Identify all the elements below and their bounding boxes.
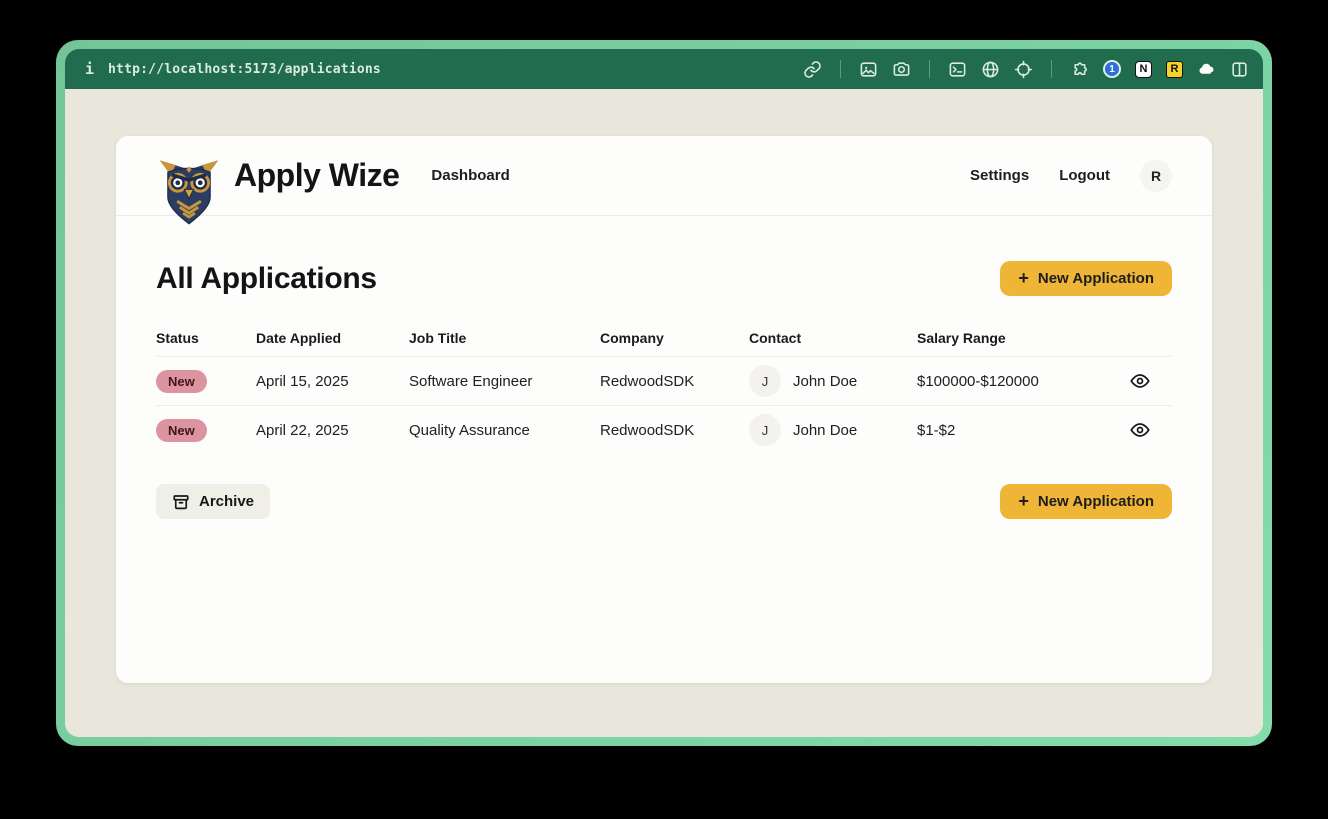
job-title-cell: Software Engineer	[409, 372, 533, 390]
camera-icon[interactable]	[892, 60, 911, 79]
col-salary-range: Salary Range	[917, 330, 1006, 346]
toolbar-divider	[929, 60, 930, 78]
plus-icon: +	[1018, 267, 1029, 288]
notion-icon[interactable]: N	[1135, 60, 1152, 78]
job-title-cell: Quality Assurance	[409, 421, 530, 439]
salary-range-cell: $1-$2	[917, 421, 956, 439]
app-header: Apply Wize Dashboard Settings Logout R	[116, 136, 1212, 225]
salary-range-cell: $100000-$120000	[917, 372, 1039, 390]
browser-toolbar: 1 N R	[803, 60, 1249, 79]
contact-avatar: J	[749, 365, 781, 397]
settings-link[interactable]: Settings	[970, 167, 1029, 184]
url-text[interactable]: http://localhost:5173/applications	[108, 62, 381, 77]
col-date-applied: Date Applied	[256, 330, 342, 346]
view-application-button[interactable]	[1125, 415, 1155, 445]
archive-button[interactable]: Archive	[156, 484, 271, 519]
contact-name: John Doe	[793, 372, 858, 390]
col-status: Status	[156, 330, 199, 346]
company-cell: RedwoodSDK	[600, 421, 695, 439]
table-header-row: Status Date Applied Job Title Company Co…	[156, 320, 1172, 356]
col-job-title: Job Title	[409, 330, 467, 346]
owl-logo-icon	[159, 159, 219, 225]
status-badge: New	[156, 418, 207, 442]
user-avatar[interactable]: R	[1140, 159, 1172, 192]
screenshot-icon[interactable]	[859, 60, 878, 79]
table-row: New April 22, 2025 Quality Assurance Red…	[156, 405, 1172, 454]
table-row: New April 15, 2025 Software Engineer Red…	[156, 356, 1172, 405]
contact-name: John Doe	[793, 421, 858, 439]
toolbar-divider	[840, 60, 841, 78]
link-icon[interactable]	[803, 60, 822, 79]
company-cell: RedwoodSDK	[600, 372, 695, 390]
col-company: Company	[600, 330, 664, 346]
split-view-icon[interactable]	[1230, 60, 1249, 79]
archive-icon	[173, 494, 189, 509]
eye-icon	[1129, 423, 1150, 437]
view-application-button[interactable]	[1125, 366, 1155, 396]
page-title: All Applications	[156, 261, 377, 295]
page-info-icon[interactable]: i	[85, 60, 94, 78]
new-application-button[interactable]: + New Application	[1000, 261, 1172, 296]
plus-icon: +	[1018, 490, 1029, 511]
table-body: New April 15, 2025 Software Engineer Red…	[156, 356, 1172, 454]
eye-icon	[1129, 374, 1150, 388]
date-applied-cell: April 22, 2025	[256, 421, 349, 439]
crosshair-icon[interactable]	[1014, 60, 1033, 79]
new-application-button-bottom[interactable]: + New Application	[1000, 484, 1172, 519]
cloud-icon[interactable]	[1197, 60, 1216, 79]
browser-address-bar: i http://localhost:5173/applications 1 N…	[65, 49, 1263, 89]
logout-link[interactable]: Logout	[1059, 167, 1110, 184]
page-background: Apply Wize Dashboard Settings Logout R A…	[65, 89, 1263, 737]
col-contact: Contact	[749, 330, 802, 346]
applications-table: Status Date Applied Job Title Company Co…	[156, 320, 1172, 454]
main-nav: Dashboard	[431, 167, 509, 184]
puzzle-icon[interactable]	[1070, 60, 1089, 79]
contact-avatar: J	[749, 414, 781, 446]
contact-cell: J John Doe	[749, 414, 917, 446]
brand[interactable]: Apply Wize	[156, 138, 400, 225]
app-card: Apply Wize Dashboard Settings Logout R A…	[116, 136, 1212, 683]
browser-window: i http://localhost:5173/applications 1 N…	[56, 40, 1272, 746]
r-extension-icon[interactable]: R	[1166, 60, 1183, 78]
globe-icon[interactable]	[981, 60, 1000, 79]
status-badge: New	[156, 369, 207, 393]
nav-dashboard[interactable]: Dashboard	[431, 167, 509, 184]
date-applied-cell: April 15, 2025	[256, 372, 349, 390]
contact-cell: J John Doe	[749, 365, 917, 397]
onepassword-icon[interactable]: 1	[1103, 60, 1121, 78]
terminal-icon[interactable]	[948, 60, 967, 79]
toolbar-divider	[1051, 60, 1052, 78]
brand-name: Apply Wize	[234, 157, 400, 193]
